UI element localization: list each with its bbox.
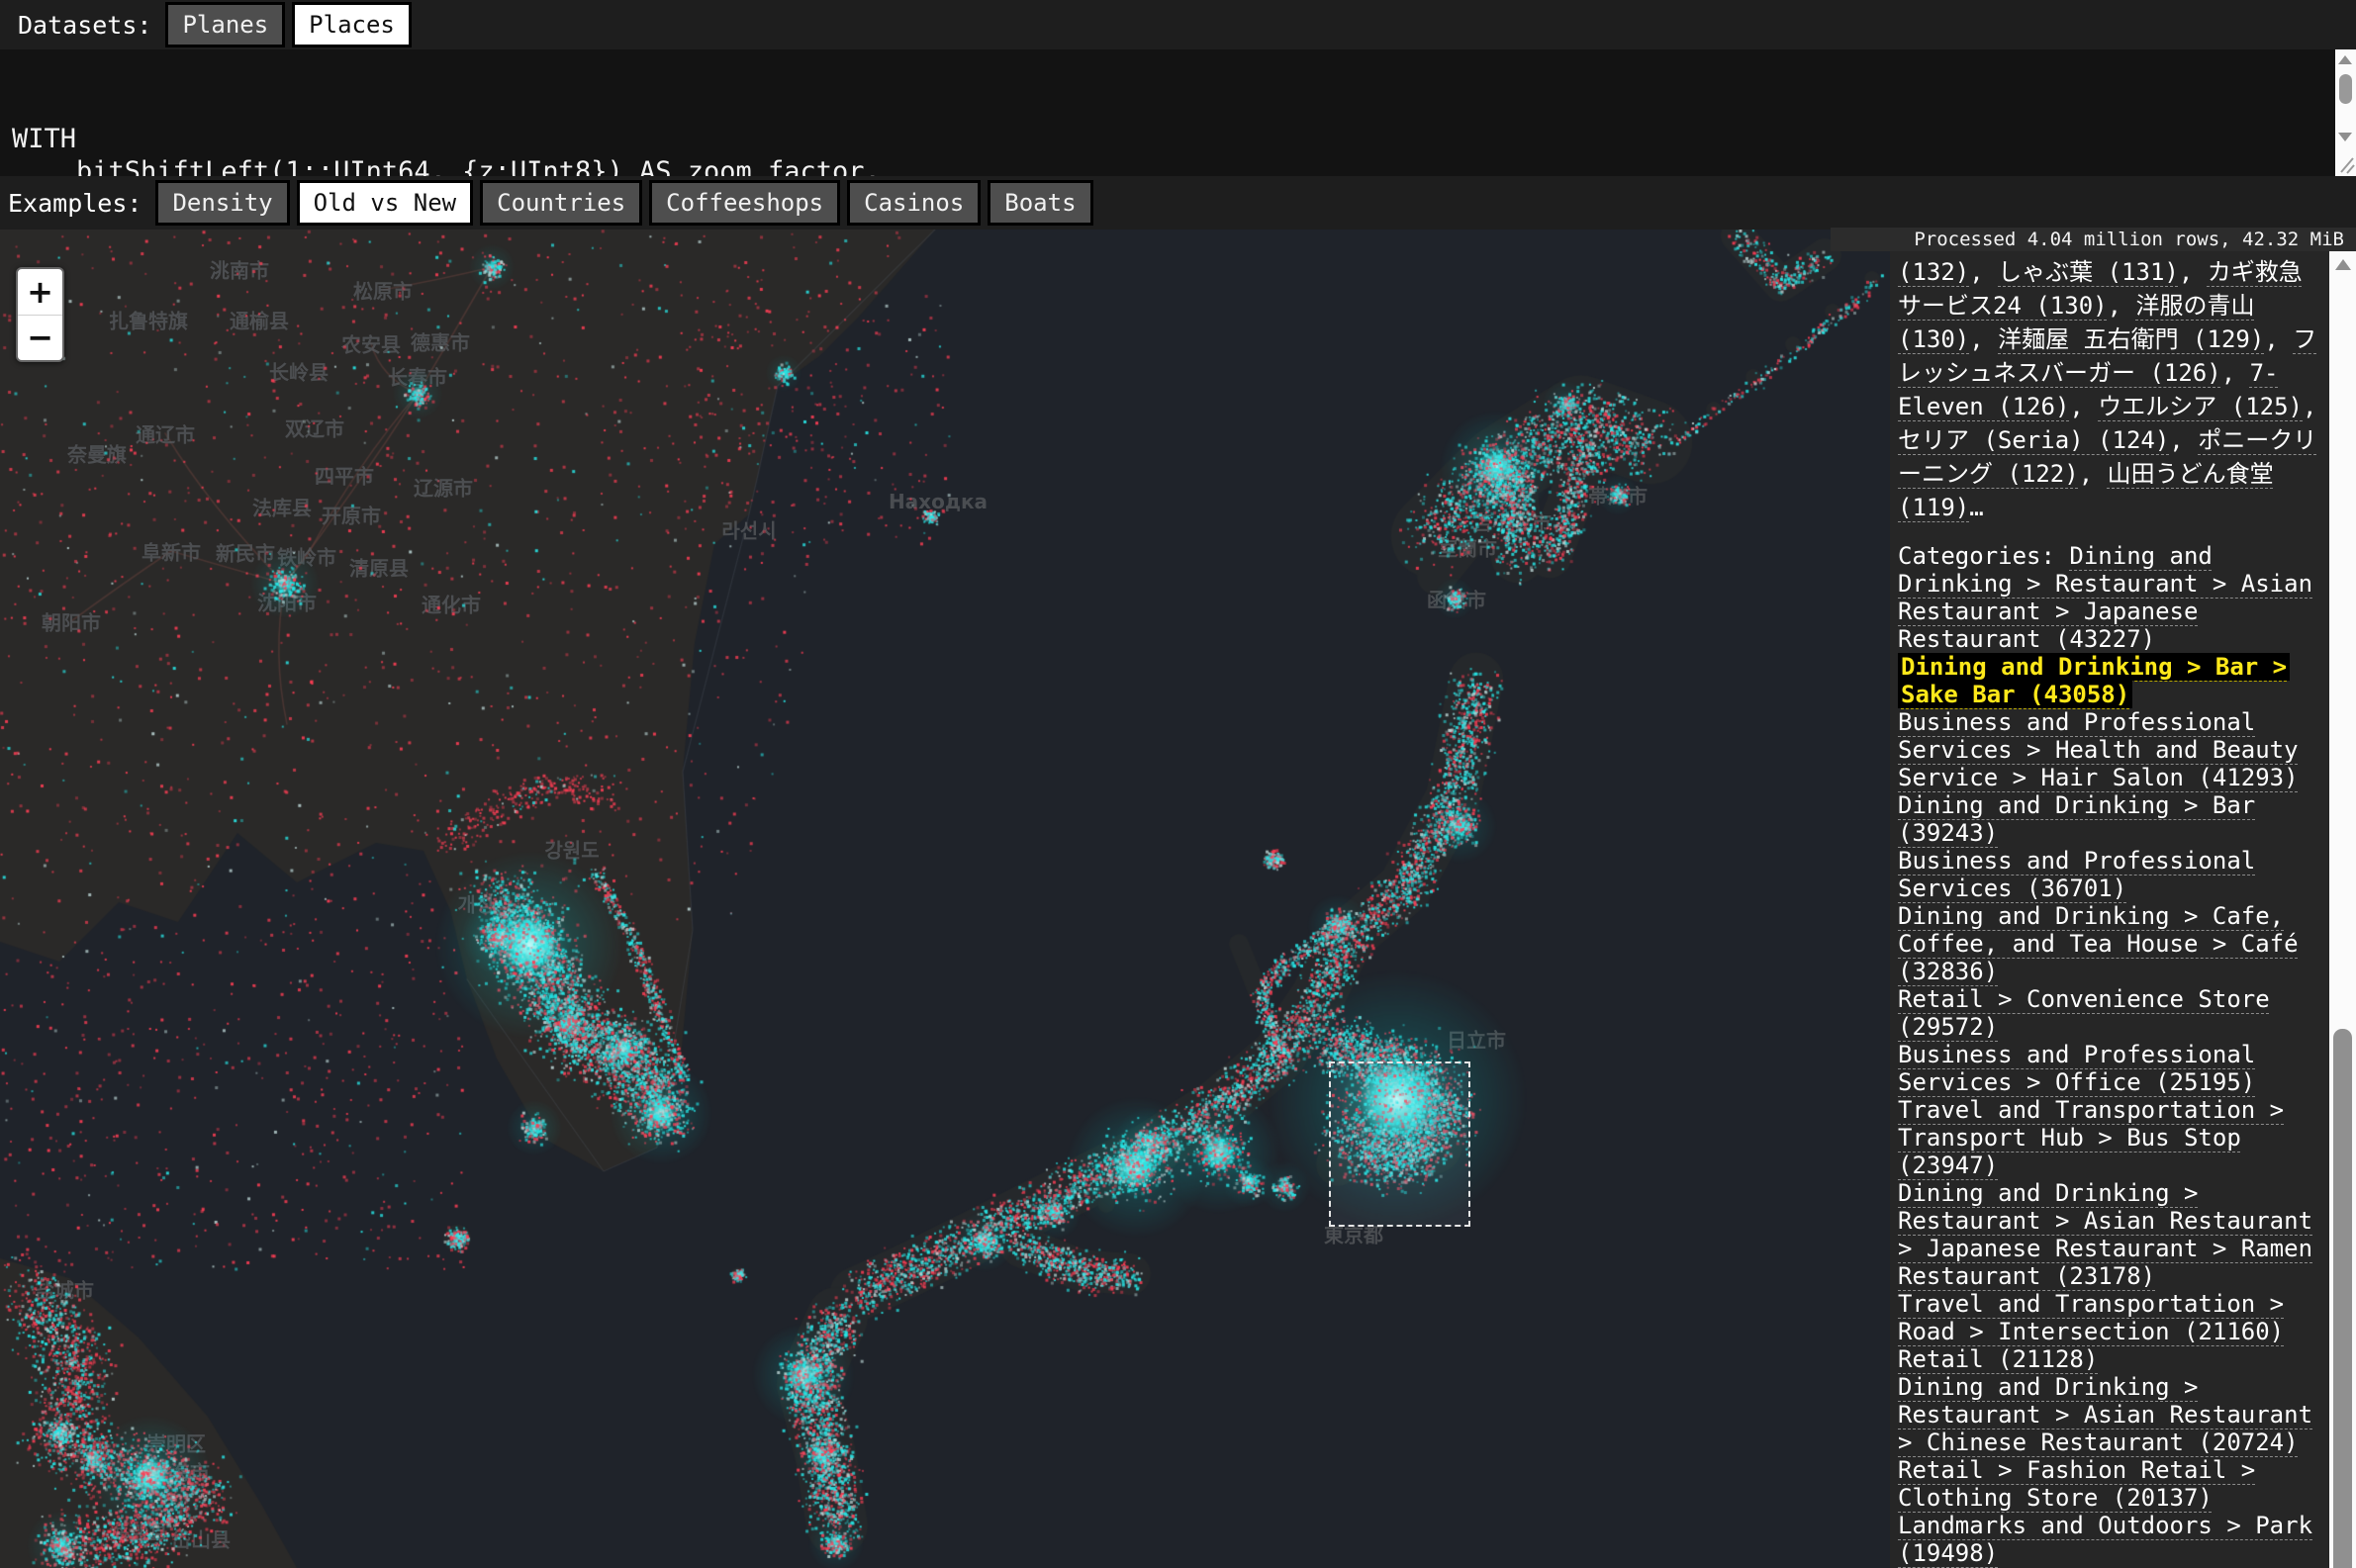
sidebar-scrollbar-thumb[interactable] <box>2333 1029 2352 1568</box>
scroll-up-icon[interactable] <box>2335 259 2351 270</box>
sql-lines: WITH bitShiftLeft(1::UInt64, {z:UInt8}) … <box>12 123 2326 176</box>
category-link[interactable]: Travel and Transportation > Transport Hu… <box>1898 1096 2284 1179</box>
sql-line: bitShiftLeft(1::UInt64, {z:UInt8}) AS zo… <box>12 155 2326 176</box>
brand-link[interactable]: しゃぶ葉 (131) <box>1998 258 2179 286</box>
dataset-button[interactable]: Places <box>292 2 412 48</box>
textarea-resize-grip-icon[interactable] <box>2335 148 2356 176</box>
map-selection-rectangle <box>1329 1061 1470 1227</box>
sql-query-editor[interactable]: WITH bitShiftLeft(1::UInt64, {z:UInt8}) … <box>0 49 2356 176</box>
brand-link[interactable]: セリア (Seria) (124) <box>1898 426 2169 454</box>
example-button[interactable]: Boats <box>988 180 1092 227</box>
datasets-buttons: PlanesPlaces <box>165 2 418 48</box>
category-link[interactable]: Landmarks and Outdoors > Park (19498) <box>1898 1512 2312 1567</box>
brand-link[interactable]: ウエルシア (125) <box>2098 393 2303 420</box>
scroll-up-icon[interactable] <box>2338 55 2352 64</box>
status-bar: Processed 4.04 million rows, 42.32 MiB <box>1831 228 2356 251</box>
datasets-label: Datasets: <box>18 11 151 40</box>
category-link[interactable]: Business and Professional Services > Hea… <box>1898 708 2299 791</box>
example-button[interactable]: Density <box>155 180 289 227</box>
category-link[interactable]: Retail > Fashion Retail > Clothing Store… <box>1898 1456 2255 1512</box>
map-zoom-control: + − <box>16 267 64 362</box>
examples-buttons: DensityOld vs NewCountriesCoffeeshopsCas… <box>155 180 1099 227</box>
dataset-button[interactable]: Planes <box>165 2 285 48</box>
category-link[interactable]: Business and Professional Services (3670… <box>1898 847 2255 902</box>
brand-link[interactable]: (132) <box>1898 258 1969 286</box>
top-brands-list: (132), しゃぶ葉 (131), カギ救急サービス24 (130), 洋服の… <box>1898 255 2320 524</box>
zoom-in-button[interactable]: + <box>18 269 62 315</box>
example-button[interactable]: Casinos <box>847 180 981 227</box>
brands-ellipsis: … <box>1969 494 1983 521</box>
category-link[interactable]: Dining and Drinking > Restaurant > Asian… <box>1898 1179 2312 1290</box>
sql-line: WITH <box>12 123 2326 155</box>
category-link[interactable]: Dining and Drinking > Restaurant > Asian… <box>1898 1373 2312 1456</box>
results-sidebar: (132), しゃぶ葉 (131), カギ救急サービス24 (130), 洋服の… <box>1890 251 2356 1568</box>
examples-label: Examples: <box>8 189 141 218</box>
datasets-bar: Datasets: PlanesPlaces <box>0 0 2356 49</box>
example-button[interactable]: Coffeeshops <box>649 180 840 227</box>
categories-label: Categories: <box>1898 542 2069 570</box>
category-link[interactable]: Dining and Drinking > Bar (39243) <box>1898 791 2255 847</box>
category-link[interactable]: Dining and Drinking > Bar > Sake Bar (43… <box>1898 653 2290 708</box>
zoom-out-button[interactable]: − <box>18 315 62 361</box>
example-button[interactable]: Old vs New <box>297 180 474 227</box>
example-button[interactable]: Countries <box>480 180 642 227</box>
sql-scrollbar-thumb[interactable] <box>2339 74 2352 104</box>
category-link[interactable]: Travel and Transportation > Road > Inter… <box>1898 1290 2284 1345</box>
categories-list: Categories: Dining and Drinking > Restau… <box>1898 542 2320 1567</box>
app-root: Datasets: PlanesPlaces WITH bitShiftLeft… <box>0 0 2356 1568</box>
category-link[interactable]: Business and Professional Services > Off… <box>1898 1041 2255 1096</box>
category-link[interactable]: Retail (21128) <box>1898 1345 2098 1373</box>
category-link[interactable]: Dining and Drinking > Cafe, Coffee, and … <box>1898 902 2299 985</box>
examples-bar: Examples: DensityOld vs NewCountriesCoff… <box>0 176 2356 230</box>
sql-editor-scrollbar[interactable] <box>2335 49 2356 148</box>
sidebar-scrollbar[interactable] <box>2329 251 2356 1568</box>
category-link[interactable]: Retail > Convenience Store (29572) <box>1898 985 2270 1041</box>
scroll-down-icon[interactable] <box>2338 133 2352 141</box>
brand-link[interactable]: 洋麺屋 五右衛門 (129) <box>1998 325 2264 353</box>
